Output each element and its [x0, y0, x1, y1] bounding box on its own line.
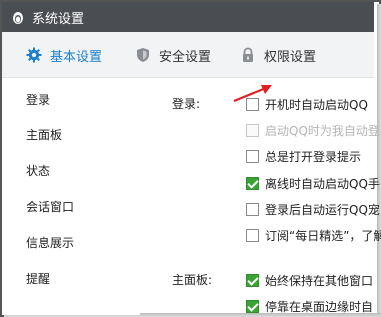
daily-picks-checkbox[interactable] — [246, 229, 259, 242]
window-title: 系统设置 — [32, 11, 85, 27]
auto-start-label: 开机时自动启动QQ — [265, 98, 368, 112]
tab-security-settings[interactable]: 安全设置 — [135, 32, 211, 78]
qq-pet-label: 登录后自动运行QQ宠 — [265, 203, 380, 217]
dock-edge-checkbox[interactable] — [246, 300, 259, 313]
always-on-top-label: 始终保持在其他窗口 — [265, 274, 374, 288]
sidebar-item-status[interactable]: 状态 — [26, 162, 50, 179]
always-on-top-option[interactable]: 始终保持在其他窗口 — [246, 272, 373, 289]
settings-tab-bar: 基本设置 安全设置 权限设置 — [2, 32, 374, 78]
auto-login-option: 启动QQ时为我自动登 — [246, 122, 380, 139]
gear-icon — [26, 47, 42, 63]
always-on-top-checkbox[interactable] — [246, 274, 259, 287]
sidebar-item-main-panel[interactable]: 主面板 — [26, 126, 62, 143]
dock-edge-option[interactable]: 停靠在桌面边缘时自 — [246, 298, 373, 315]
qq-pet-checkbox[interactable] — [246, 203, 259, 216]
login-section-label: 登录: — [172, 97, 201, 111]
tab-basic-settings-label: 基本设置 — [50, 49, 103, 65]
auto-login-checkbox — [246, 124, 259, 137]
lock-icon — [243, 47, 253, 62]
panel-section-label: 主面板: — [172, 273, 213, 287]
tab-permission-settings[interactable]: 权限设置 — [240, 32, 316, 78]
login-prompt-checkbox[interactable] — [246, 150, 259, 163]
settings-sidebar: 登录 主面板 状态 会话窗口 信息展示 提醒 — [2, 78, 140, 315]
qq-pet-option[interactable]: 登录后自动运行QQ宠 — [246, 201, 380, 218]
tab-permission-settings-label: 权限设置 — [264, 49, 317, 65]
daily-picks-label: 订阅“每日精选”，了解 — [265, 229, 381, 243]
offline-mobile-checkbox[interactable] — [246, 177, 259, 190]
sidebar-item-login[interactable]: 登录 — [26, 91, 50, 108]
qq-penguin-icon — [13, 12, 23, 24]
login-prompt-option[interactable]: 总是打开登录提示 — [246, 148, 361, 165]
window-shadow-right — [377, 4, 381, 317]
shield-icon — [137, 48, 149, 62]
sidebar-item-chat-window[interactable]: 会话窗口 — [26, 198, 74, 215]
offline-mobile-option[interactable]: 离线时自动启动QQ手 — [246, 175, 380, 192]
sidebar-item-info-display[interactable]: 信息展示 — [26, 234, 74, 251]
login-prompt-label: 总是打开登录提示 — [265, 150, 362, 164]
title-bar[interactable]: 系统设置 — [2, 2, 374, 32]
tab-security-settings-label: 安全设置 — [159, 49, 212, 65]
tab-basic-settings[interactable]: 基本设置 — [26, 32, 102, 78]
dock-edge-label: 停靠在桌面边缘时自 — [265, 300, 374, 314]
sidebar-item-reminder[interactable]: 提醒 — [26, 270, 50, 287]
annotation-arrow — [233, 85, 272, 103]
offline-mobile-label: 离线时自动启动QQ手 — [265, 177, 380, 191]
auto-login-label: 启动QQ时为我自动登 — [265, 124, 380, 138]
daily-picks-option[interactable]: 订阅“每日精选”，了解 — [246, 227, 381, 244]
